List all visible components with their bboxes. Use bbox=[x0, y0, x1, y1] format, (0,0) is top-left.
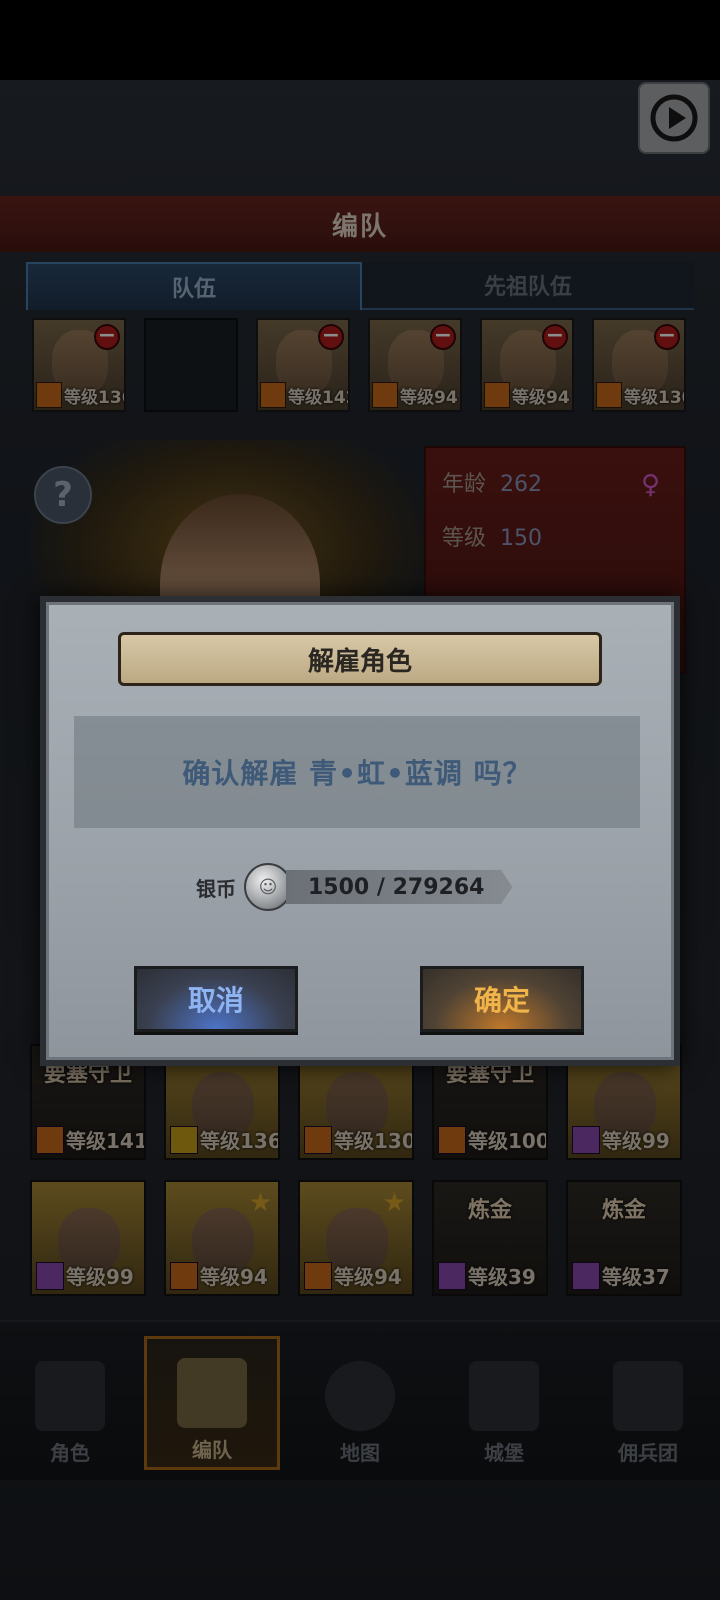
confirm-button[interactable]: 确定 bbox=[420, 966, 584, 1032]
dialog-title: 解雇角色 bbox=[118, 632, 602, 686]
dialog-message: 确认解雇 青•虹•蓝调 吗？ bbox=[74, 716, 640, 828]
silver-coin-icon: ☺ bbox=[244, 863, 292, 911]
cancel-button[interactable]: 取消 bbox=[134, 966, 298, 1032]
cost-row: 银币 ☺ 1500 / 279264 bbox=[196, 862, 513, 912]
dismiss-dialog: 解雇角色 确认解雇 青•虹•蓝调 吗？ 银币 ☺ 1500 / 279264 取… bbox=[40, 596, 680, 1066]
cost-label: 银币 bbox=[196, 876, 236, 901]
cost-value: 1500 / 279264 bbox=[286, 870, 513, 904]
